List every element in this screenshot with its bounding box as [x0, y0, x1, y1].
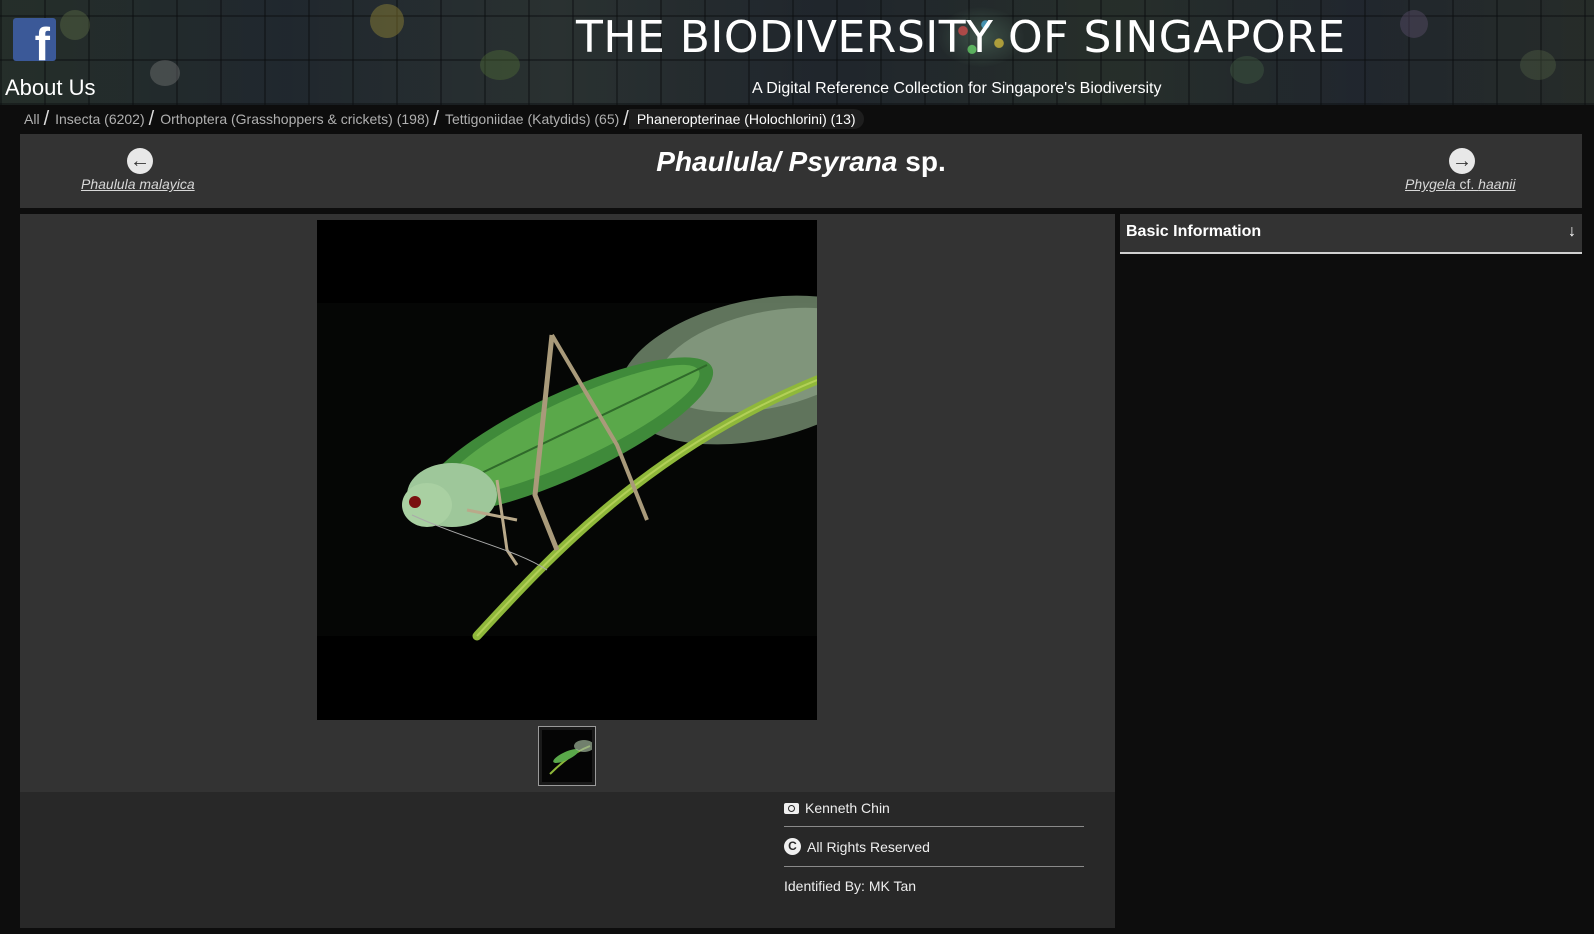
header-texture	[1520, 50, 1556, 80]
credit-divider	[784, 826, 1084, 827]
license-credit: C All Rights Reserved	[784, 838, 1084, 855]
species-nav-bar: ← Phaulula malayica Phaulula/ Psyrana sp…	[20, 134, 1582, 208]
breadcrumb: All / Insecta (6202) / Orthoptera (Grass…	[18, 108, 864, 130]
photographer-name: Kenneth Chin	[805, 800, 890, 816]
facebook-icon[interactable]: f	[13, 18, 56, 61]
license-text: All Rights Reserved	[807, 838, 930, 855]
breadcrumb-item-all[interactable]: All	[18, 111, 44, 127]
next-species-genus: Phygela	[1405, 176, 1456, 192]
previous-species-link[interactable]: Phaulula malayica	[81, 176, 195, 192]
next-species-epithet: haanii	[1478, 176, 1516, 192]
header-texture	[60, 10, 90, 40]
next-species-link[interactable]: Phygela cf. haanii	[1405, 176, 1516, 192]
species-title-genus: Phaulula/ Psyrana	[656, 146, 898, 177]
breadcrumb-item-tettigoniidae[interactable]: Tettigoniidae (Katydids) (65)	[439, 111, 623, 127]
photographer-credit: Kenneth Chin	[784, 800, 1084, 816]
main-photo[interactable]	[317, 220, 817, 720]
arrow-right-circle-icon[interactable]: →	[1449, 148, 1475, 174]
camera-icon	[784, 802, 799, 814]
site-subtitle: A Digital Reference Collection for Singa…	[752, 80, 1162, 97]
basic-information-title: Basic Information	[1126, 223, 1262, 240]
photo-thumbnail[interactable]	[538, 726, 596, 786]
about-us-link[interactable]: About Us	[5, 75, 96, 101]
next-species-qualifier: cf.	[1455, 176, 1479, 192]
basic-information-panel[interactable]: Basic Information ↓	[1120, 214, 1582, 254]
katydid-thumbnail	[542, 730, 592, 782]
species-title-suffix: sp.	[897, 146, 946, 177]
breadcrumb-item-insecta[interactable]: Insecta (6202)	[49, 111, 149, 127]
identified-by: Identified By: MK Tan	[784, 878, 917, 894]
header-texture	[150, 60, 180, 86]
image-panel	[20, 214, 1115, 792]
header-texture	[370, 4, 404, 38]
credits-panel: Kenneth Chin C All Rights Reserved Ident…	[20, 792, 1115, 928]
site-header: f About Us THE BIODIVERSITY OF SINGAPORE…	[0, 0, 1594, 105]
copyright-icon: C	[784, 838, 801, 855]
site-title[interactable]: THE BIODIVERSITY OF SINGAPORE	[576, 12, 1346, 63]
thumbnail-image	[542, 730, 592, 782]
katydid-photo	[317, 220, 817, 720]
breadcrumb-item-current[interactable]: Phaneropterinae (Holochlorini) (13)	[628, 109, 864, 129]
breadcrumb-item-orthoptera[interactable]: Orthoptera (Grasshoppers & crickets) (19…	[154, 111, 433, 127]
header-texture	[480, 50, 520, 80]
facebook-glyph: f	[34, 18, 50, 61]
species-title: Phaulula/ Psyrana sp.	[20, 146, 1582, 178]
header-texture	[1400, 10, 1428, 38]
arrow-down-icon[interactable]: ↓	[1568, 223, 1576, 241]
credit-divider	[784, 866, 1084, 867]
